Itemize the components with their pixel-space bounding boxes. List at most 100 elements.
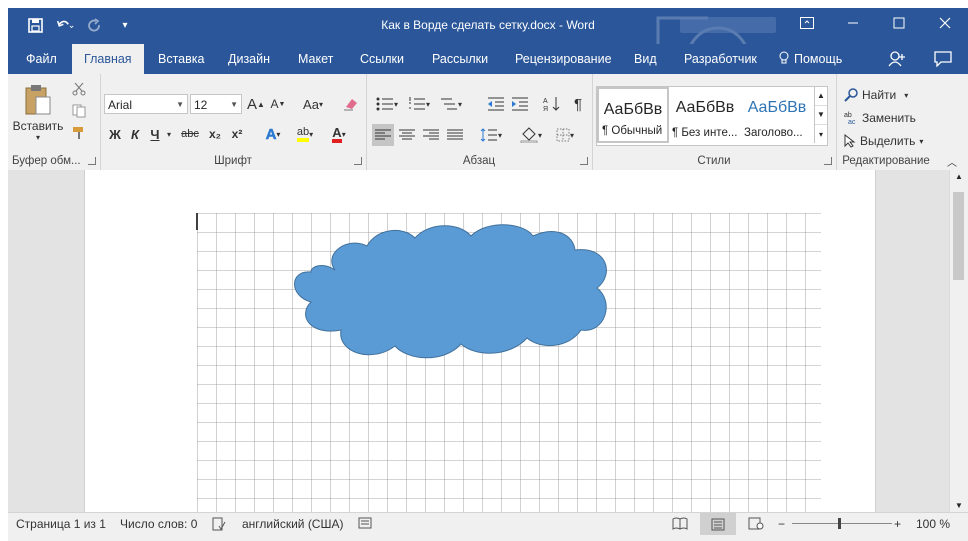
vertical-scrollbar[interactable]: ▲ ▼: [949, 170, 968, 512]
text-effects-button[interactable]: A ▾: [260, 124, 286, 144]
ribbon: Вставить ▾ Буфер обм... Arial ▼ 12 ▼ A ▲…: [8, 74, 968, 171]
macro-recording-icon[interactable]: [358, 517, 372, 532]
font-launcher-icon[interactable]: [354, 157, 362, 165]
maximize-icon[interactable]: [876, 8, 922, 38]
editing-group-label: Редактирование: [842, 155, 930, 167]
more-styles-icon[interactable]: ▾: [815, 124, 827, 144]
font-name-value: Arial: [108, 98, 133, 112]
scroll-down-icon[interactable]: ▼: [950, 501, 968, 510]
close-icon[interactable]: [922, 8, 968, 38]
copy-icon[interactable]: [70, 102, 88, 120]
tab-developer[interactable]: Разработчик: [672, 44, 769, 74]
show-formatting-marks-icon[interactable]: ¶: [570, 94, 586, 114]
tab-references[interactable]: Ссылки: [348, 44, 416, 74]
align-left-icon: [375, 129, 391, 140]
change-case-button[interactable]: Aa ▾: [298, 94, 328, 114]
tab-review[interactable]: Рецензирование: [503, 44, 624, 74]
web-layout-icon[interactable]: [748, 517, 764, 533]
multilevel-list-button[interactable]: ▾: [436, 94, 466, 114]
zoom-out-icon[interactable]: −: [778, 517, 785, 531]
select-button[interactable]: Выделить ▾: [844, 132, 923, 150]
format-painter-icon[interactable]: [70, 124, 88, 142]
tab-layout[interactable]: Макет: [286, 44, 345, 74]
tab-design[interactable]: Дизайн: [216, 44, 282, 74]
subscript-button[interactable]: x₂: [206, 124, 224, 144]
font-size-select[interactable]: 12 ▼: [190, 94, 242, 114]
style-name: Заголово...: [744, 127, 803, 139]
chevron-down-icon[interactable]: ▼: [815, 105, 827, 124]
bold-button[interactable]: Ж: [108, 124, 122, 144]
group-paragraph: ▾ ▾ ▾ AЯ ¶ ▾ ▾ ▾ Абзац: [366, 74, 593, 170]
paste-button[interactable]: Вставить ▾: [13, 78, 63, 148]
align-right-icon[interactable]: [420, 124, 442, 146]
group-clipboard: Вставить ▾ Буфер обм...: [8, 74, 101, 170]
share-user-icon[interactable]: [888, 44, 906, 74]
collapse-ribbon-icon[interactable]: ︿: [946, 156, 958, 169]
read-mode-icon[interactable]: [672, 517, 688, 533]
print-layout-icon[interactable]: [700, 513, 736, 535]
chevron-up-icon[interactable]: ▲: [815, 87, 827, 105]
underline-dropdown-icon[interactable]: ▾: [164, 124, 174, 144]
tab-file[interactable]: Файл: [14, 44, 69, 74]
shrink-font-button[interactable]: A ▼: [270, 94, 286, 114]
paste-icon: [23, 84, 53, 119]
numbering-button[interactable]: ▾: [404, 94, 434, 114]
highlighter-icon: ab: [296, 126, 310, 142]
ribbon-tabs: Файл Главная Вставка Дизайн Макет Ссылки…: [8, 44, 968, 74]
underline-button[interactable]: Ч: [148, 124, 162, 144]
comments-icon[interactable]: [934, 44, 952, 74]
borders-button[interactable]: ▾: [550, 124, 580, 146]
align-left-button[interactable]: [372, 124, 394, 146]
bullets-button[interactable]: ▾: [372, 94, 402, 114]
page[interactable]: [84, 170, 876, 512]
tab-insert[interactable]: Вставка: [146, 44, 216, 74]
style-no-spacing[interactable]: АаБбВв ¶ Без инте...: [669, 87, 741, 143]
font-color-button[interactable]: A ▾: [326, 124, 352, 144]
replace-button[interactable]: ab ac Заменить: [844, 109, 916, 127]
zoom-slider-thumb[interactable]: [838, 518, 841, 529]
highlight-color-button[interactable]: ab ▾: [290, 124, 320, 144]
clipboard-group-label: Буфер обм...: [12, 155, 81, 167]
paragraph-launcher-icon[interactable]: [580, 157, 588, 165]
clipboard-launcher-icon[interactable]: [88, 157, 96, 165]
tell-me-box[interactable]: Помощь: [778, 44, 842, 74]
zoom-slider[interactable]: [792, 523, 892, 524]
sort-icon[interactable]: AЯ: [542, 94, 562, 114]
shading-button[interactable]: ▾: [516, 124, 546, 146]
scroll-up-icon[interactable]: ▲: [950, 172, 968, 181]
grow-font-button[interactable]: A ▲: [247, 94, 265, 114]
page-count[interactable]: Страница 1 из 1: [16, 517, 106, 531]
style-heading-1[interactable]: АаБбВв Заголово...: [741, 87, 813, 143]
tab-mailings[interactable]: Рассылки: [420, 44, 500, 74]
superscript-button[interactable]: x²: [228, 124, 246, 144]
word-count[interactable]: Число слов: 0: [120, 517, 197, 531]
status-bar: Страница 1 из 1 Число слов: 0 английский…: [8, 512, 968, 535]
clear-formatting-icon[interactable]: [342, 94, 360, 114]
font-name-select[interactable]: Arial ▼: [104, 94, 188, 114]
find-button[interactable]: Найти ▾: [844, 86, 908, 104]
tab-home[interactable]: Главная: [72, 44, 144, 74]
account-area: [680, 17, 776, 33]
font-color-icon: A: [332, 126, 342, 143]
italic-button[interactable]: К: [128, 124, 142, 144]
zoom-level[interactable]: 100 %: [916, 517, 950, 531]
strikethrough-button[interactable]: abc: [178, 124, 202, 144]
styles-launcher-icon[interactable]: [824, 157, 832, 165]
minimize-icon[interactable]: [830, 8, 876, 38]
language-indicator[interactable]: английский (США): [242, 517, 343, 531]
justify-icon[interactable]: [444, 124, 466, 146]
cut-icon[interactable]: [70, 80, 88, 98]
styles-gallery: АаБбВв ¶ Обычный АаБбВв ¶ Без инте... Аа…: [596, 86, 828, 146]
scroll-thumb[interactable]: [953, 192, 964, 280]
tab-view[interactable]: Вид: [622, 44, 669, 74]
proofing-icon[interactable]: [212, 517, 226, 534]
line-spacing-button[interactable]: ▾: [476, 124, 506, 146]
align-center-icon[interactable]: [396, 124, 418, 146]
decrease-indent-icon[interactable]: [486, 94, 506, 114]
ribbon-display-options-icon[interactable]: [784, 8, 830, 38]
word-window: ▾ Как в Ворде сделать сетку.docx - Word …: [8, 8, 968, 541]
font-group-label: Шрифт: [214, 155, 252, 167]
zoom-in-icon[interactable]: +: [894, 517, 901, 531]
style-normal[interactable]: АаБбВв ¶ Обычный: [597, 87, 669, 143]
increase-indent-icon[interactable]: [510, 94, 530, 114]
